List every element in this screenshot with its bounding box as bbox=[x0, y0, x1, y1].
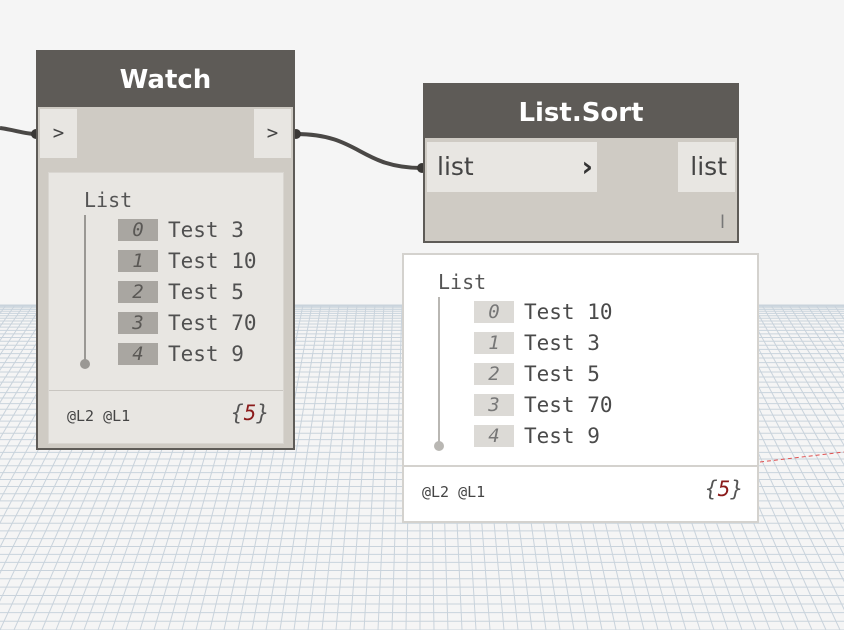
item-value: Test 5 bbox=[524, 362, 600, 386]
item-count: {5} bbox=[231, 401, 269, 425]
preview-footer: @L2 @L1 {5} bbox=[404, 465, 757, 521]
tree-end-dot bbox=[434, 441, 444, 451]
item-index: 0 bbox=[118, 219, 158, 241]
item-value: Test 9 bbox=[524, 424, 600, 448]
item-index: 2 bbox=[474, 363, 514, 385]
list-label: List bbox=[84, 188, 133, 212]
level-indicator[interactable]: @L2 @L1 bbox=[422, 483, 485, 501]
chevron-right-icon[interactable]: › bbox=[581, 150, 593, 183]
item-value: Test 3 bbox=[168, 218, 244, 242]
list-label: List bbox=[438, 270, 487, 294]
sort-preview[interactable]: List 0 Test 10 1 Test 3 2 Test 5 3 Test … bbox=[402, 253, 759, 523]
item-index: 4 bbox=[474, 425, 514, 447]
item-index: 1 bbox=[118, 250, 158, 272]
item-value: Test 9 bbox=[168, 342, 244, 366]
lacing-indicator[interactable]: l bbox=[720, 212, 725, 233]
item-value: Test 3 bbox=[524, 331, 600, 355]
item-value: Test 10 bbox=[168, 249, 257, 273]
item-value: Test 70 bbox=[524, 393, 613, 417]
item-value: Test 70 bbox=[168, 311, 257, 335]
list-sort-node[interactable]: List.Sort list › list l bbox=[423, 83, 739, 243]
watch-output-port[interactable]: > bbox=[254, 109, 291, 158]
item-index: 3 bbox=[118, 312, 158, 334]
tree-line bbox=[438, 297, 440, 445]
item-value: Test 10 bbox=[524, 300, 613, 324]
tree-line bbox=[84, 215, 86, 363]
item-index: 3 bbox=[474, 394, 514, 416]
sort-input-port[interactable]: list › bbox=[427, 142, 597, 192]
output-port-label: list bbox=[690, 152, 727, 181]
tree-end-dot bbox=[80, 359, 90, 369]
item-index: 1 bbox=[474, 332, 514, 354]
watch-input-port[interactable]: > bbox=[40, 109, 77, 158]
watch-preview[interactable]: List 0 Test 3 1 Test 10 2 Test 5 3 Test … bbox=[48, 172, 284, 444]
item-index: 2 bbox=[118, 281, 158, 303]
level-indicator[interactable]: @L2 @L1 bbox=[67, 407, 130, 425]
input-port-label: list bbox=[437, 152, 474, 181]
item-index: 0 bbox=[474, 301, 514, 323]
list-sort-node-title[interactable]: List.Sort bbox=[425, 85, 737, 138]
item-value: Test 5 bbox=[168, 280, 244, 304]
watch-node[interactable]: Watch > > List 0 Test 3 1 Test 10 2 Test… bbox=[36, 50, 295, 450]
watch-node-title[interactable]: Watch bbox=[38, 52, 293, 107]
item-index: 4 bbox=[118, 343, 158, 365]
item-count: {5} bbox=[705, 477, 743, 501]
preview-footer: @L2 @L1 {5} bbox=[49, 390, 283, 443]
sort-output-port[interactable]: list bbox=[678, 142, 735, 192]
